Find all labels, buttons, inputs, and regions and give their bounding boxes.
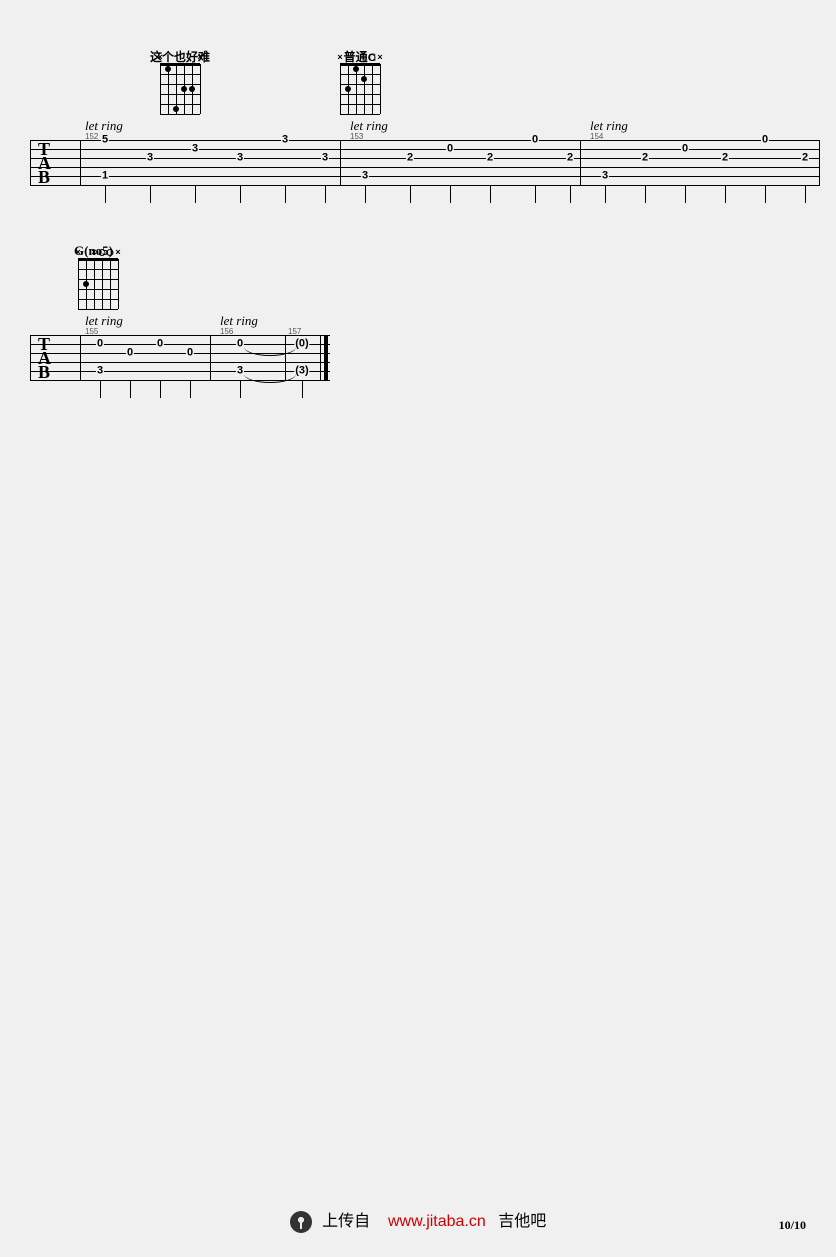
page: 这个也好难 × × 普通C × ×: [0, 0, 836, 1257]
tab-note: 0: [126, 348, 134, 359]
tab-note: 2: [406, 153, 414, 164]
tab-note: 0: [531, 135, 539, 146]
tab-note: 3: [281, 135, 289, 146]
footer-site-name: 吉他吧: [498, 1213, 546, 1230]
tab-note: 0: [761, 135, 769, 146]
tab-note: 3: [96, 366, 104, 377]
tab-note: 3: [191, 144, 199, 155]
footer-uploaded: 上传自: [322, 1213, 370, 1230]
system-1: 这个也好难 × × 普通C × ×: [30, 130, 820, 175]
tab-note: 0: [681, 144, 689, 155]
page-number: 10/10: [779, 1218, 806, 1233]
tab-note: 3: [146, 153, 154, 164]
tab-clef-b: B: [38, 170, 50, 185]
tab-note: (3): [294, 366, 309, 377]
footer: 上传自 www.jitaba.cn 吉他吧: [0, 1207, 836, 1233]
tab-clef-b2: B: [38, 365, 50, 380]
tie-bot: [244, 374, 296, 383]
tab-note: 3: [236, 153, 244, 164]
tab-note: 0: [186, 348, 194, 359]
footer-url-link[interactable]: www.jitaba.cn: [388, 1213, 486, 1230]
tab-note: (0): [294, 339, 309, 350]
tab-staff-1: T A B 5 1 3 3 3 3 3 3 2 0 2 0 2: [30, 140, 820, 185]
tab-note: 0: [96, 339, 104, 350]
tab-note: 0: [156, 339, 164, 350]
tie-top: [244, 347, 296, 356]
tab-note: 0: [236, 339, 244, 350]
system-2: G(no5) × × × let ring let ring 155 156 1…: [30, 325, 330, 370]
tab-note: 0: [446, 144, 454, 155]
chord-diagram-1: × ×: [160, 64, 200, 114]
tab-note: 2: [566, 153, 574, 164]
tab-note: 2: [801, 153, 809, 164]
tab-note: 2: [641, 153, 649, 164]
tab-note: 3: [601, 171, 609, 182]
tab-staff-2: T A B 0 3 0 0 0 0 3 (0) (3): [30, 335, 330, 380]
site-logo-icon: [290, 1211, 312, 1233]
tab-note: 2: [721, 153, 729, 164]
tab-note: 3: [321, 153, 329, 164]
tab-note: 1: [101, 171, 109, 182]
tab-note: 2: [486, 153, 494, 164]
chord-diagram-2: × ×: [340, 64, 380, 114]
tab-note: 3: [361, 171, 369, 182]
tab-note: 3: [236, 366, 244, 377]
chord-diagram-gno5: × × ×: [78, 259, 118, 309]
tab-note: 5: [101, 135, 109, 146]
